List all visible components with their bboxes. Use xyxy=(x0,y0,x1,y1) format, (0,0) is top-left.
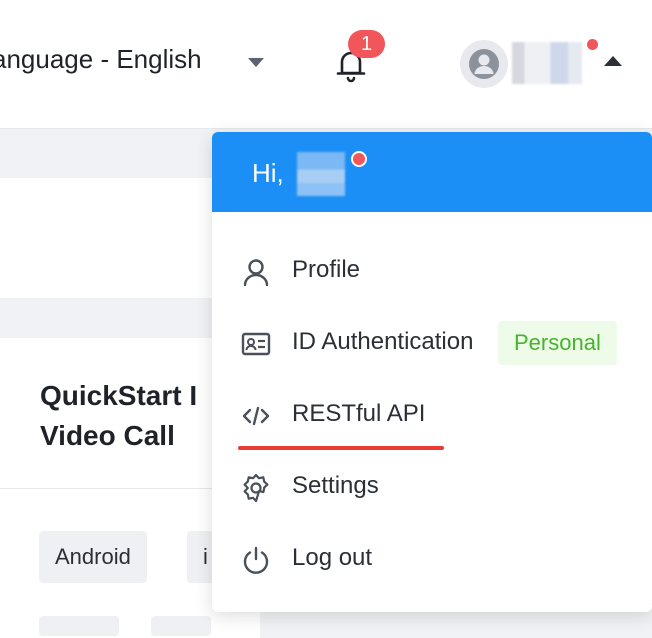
code-icon xyxy=(240,400,272,432)
user-name-redacted[interactable] xyxy=(512,42,582,84)
menu-item-label: Log out xyxy=(292,544,373,571)
chevron-down-icon[interactable] xyxy=(248,58,264,67)
menu-item-label: Profile xyxy=(292,256,361,283)
menu-item-id-authentication[interactable]: ID Authentication Personal xyxy=(212,308,652,380)
id-card-icon xyxy=(240,328,272,360)
top-header: anguage - English 1 xyxy=(0,0,652,129)
greeting-text: Hi, xyxy=(252,158,284,188)
menu-header: Hi, xyxy=(212,132,652,212)
menu-item-profile[interactable]: Profile xyxy=(212,236,652,308)
user-name-redacted xyxy=(297,152,345,196)
menu-item-label: Settings xyxy=(292,472,379,499)
platform-tag-android[interactable]: Android xyxy=(39,531,147,583)
divider xyxy=(0,488,220,489)
status-badge: Personal xyxy=(498,321,617,365)
gear-icon xyxy=(240,472,272,504)
menu-item-settings[interactable]: Settings xyxy=(212,452,652,524)
content-panel xyxy=(0,178,220,298)
highlight-underline xyxy=(238,446,444,450)
chevron-up-icon[interactable] xyxy=(604,56,622,66)
menu-item-label: RESTful API xyxy=(292,400,426,427)
status-dot xyxy=(587,39,598,50)
language-selector[interactable]: anguage - English xyxy=(0,44,202,75)
power-icon xyxy=(240,544,272,576)
user-icon xyxy=(240,256,272,288)
card-title[interactable]: QuickStart I Video Call xyxy=(40,376,220,456)
menu-item-log-out[interactable]: Log out xyxy=(212,524,652,596)
user-dropdown-menu: Hi, Profile ID Authentication Personal R… xyxy=(212,132,652,612)
menu-item-label: ID Authentication xyxy=(292,328,474,355)
notification-badge: 1 xyxy=(348,30,385,58)
avatar[interactable] xyxy=(460,40,508,88)
menu-item-restful-api[interactable]: RESTful API xyxy=(212,380,652,452)
platform-tag[interactable] xyxy=(39,616,119,636)
status-dot xyxy=(351,151,367,167)
platform-tag[interactable] xyxy=(151,616,211,636)
